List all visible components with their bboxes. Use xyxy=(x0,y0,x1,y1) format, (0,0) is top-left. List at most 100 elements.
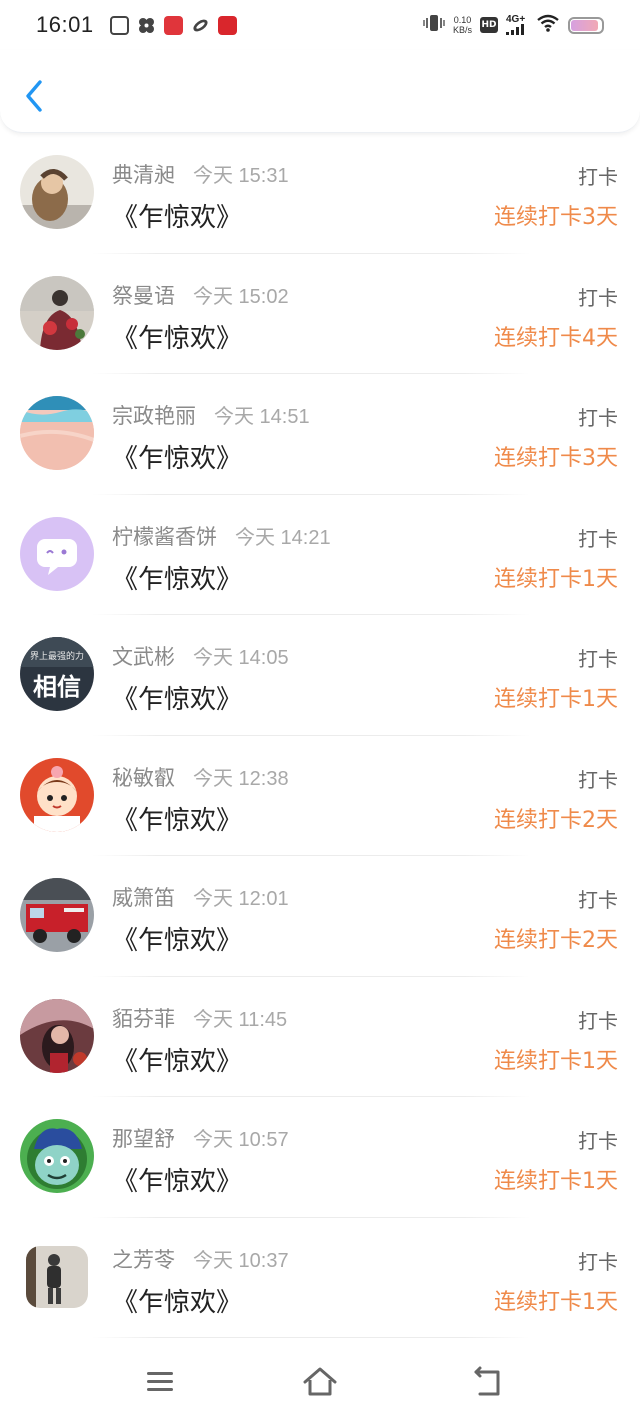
list-item[interactable]: 威箫笛 今天 12:01 《乍惊欢》 打卡 连续打卡2天 xyxy=(0,856,640,977)
action-label: 打卡 xyxy=(578,165,618,189)
name-line: 柠檬酱香饼 今天 14:21 xyxy=(112,521,331,551)
checkin-time: 今天 14:21 xyxy=(235,526,331,549)
checkin-time: 今天 15:31 xyxy=(193,165,289,187)
avatar-image xyxy=(26,1245,88,1308)
action-label: 打卡 xyxy=(578,1129,618,1153)
user-name[interactable]: 宗政艳丽 xyxy=(112,400,196,430)
list-item[interactable]: 秘敏叡 今天 12:38 《乍惊欢》 打卡 连续打卡2天 xyxy=(0,736,640,856)
user-name[interactable]: 威箫笛 xyxy=(112,882,175,912)
status-time: 16:01 xyxy=(36,12,94,37)
hd-icon: HD xyxy=(480,17,498,33)
book-title[interactable]: 《乍惊欢》 xyxy=(112,800,242,837)
list-item[interactable]: 那望舒 今天 10:57 《乍惊欢》 打卡 连续打卡1天 xyxy=(0,1097,640,1218)
book-title[interactable]: 《乍惊欢》 xyxy=(112,920,242,957)
menu-button[interactable] xyxy=(140,1364,180,1400)
streak-label: 连续打卡1天 xyxy=(494,1169,618,1194)
avatar[interactable] xyxy=(20,275,94,350)
book-title[interactable]: 《乍惊欢》 xyxy=(112,1041,242,1078)
net-speed-value: 0.10 xyxy=(453,15,472,25)
notification-icons xyxy=(109,15,237,35)
action-label: 打卡 xyxy=(578,1008,618,1033)
name-line: 威箫笛 今天 12:01 xyxy=(112,882,289,912)
action-label: 打卡 xyxy=(578,1249,618,1274)
avatar[interactable]: 界上最强的力 相信 xyxy=(20,637,94,711)
avatar-image xyxy=(20,275,94,350)
avatar-image: 界上最强的力 相信 xyxy=(20,637,94,711)
back-icon xyxy=(474,1366,500,1396)
user-name[interactable]: 柠檬酱香饼 xyxy=(112,521,217,551)
streak-label: 连续打卡2天 xyxy=(494,807,618,833)
avatar[interactable] xyxy=(20,998,94,1073)
divider xyxy=(92,1337,530,1338)
avatar[interactable] xyxy=(20,878,94,952)
checkin-time: 今天 11:45 xyxy=(193,1008,288,1031)
user-name[interactable]: 秘敏叡 xyxy=(112,762,175,792)
user-name[interactable]: 之芳苓 xyxy=(112,1244,175,1274)
name-line: 文武彬 今天 14:05 xyxy=(112,641,289,671)
list-item[interactable]: 祭曼语 今天 15:02 《乍惊欢》 打卡 连续打卡4天 xyxy=(0,254,640,374)
book-title[interactable]: 《乍惊欢》 xyxy=(112,197,242,234)
home-button[interactable] xyxy=(300,1364,340,1400)
menu-icon xyxy=(147,1372,173,1391)
avatar[interactable] xyxy=(20,396,94,470)
avatar-subtext: 界上最强的力 xyxy=(30,650,84,662)
chevron-left-icon xyxy=(26,80,42,112)
list-item[interactable]: 貊芬菲 今天 11:45 《乍惊欢》 打卡 连续打卡1天 xyxy=(0,977,640,1097)
list-item[interactable]: 宗政艳丽 今天 14:51 《乍惊欢》 打卡 连续打卡3天 xyxy=(0,374,640,495)
avatar[interactable] xyxy=(20,516,94,591)
name-line: 典清昶 今天 15:31 xyxy=(112,159,289,189)
name-line: 祭曼语 今天 15:02 xyxy=(112,280,289,310)
avatar[interactable] xyxy=(26,1245,88,1308)
name-line: 秘敏叡 今天 12:38 xyxy=(112,762,289,792)
streak-label: 连续打卡4天 xyxy=(494,325,618,351)
list-item[interactable]: 典清昶 今天 15:31 《乍惊欢》 打卡 连续打卡3天 xyxy=(0,133,640,254)
back-nav-button[interactable] xyxy=(468,1364,508,1400)
back-button[interactable] xyxy=(20,76,50,116)
leaf-app-icon xyxy=(191,16,210,35)
user-name[interactable]: 那望舒 xyxy=(112,1123,175,1153)
book-title[interactable]: 《乍惊欢》 xyxy=(112,438,242,475)
avatar[interactable] xyxy=(20,1119,94,1193)
battery-fill xyxy=(571,19,598,31)
name-line: 貊芬菲 今天 11:45 xyxy=(112,1003,287,1033)
checkin-time: 今天 15:02 xyxy=(193,285,289,308)
user-name[interactable]: 祭曼语 xyxy=(112,280,175,310)
checkin-list: 典清昶 今天 15:31 《乍惊欢》 打卡 连续打卡3天 祭曼语 今天 15:0… xyxy=(0,133,640,1338)
system-nav-bar xyxy=(0,1340,640,1422)
book-title[interactable]: 《乍惊欢》 xyxy=(112,559,242,596)
red-app-icon xyxy=(163,15,183,35)
avatar[interactable] xyxy=(20,155,94,229)
streak-label: 连续打卡3天 xyxy=(494,446,618,471)
streak-label: 连续打卡1天 xyxy=(494,687,618,712)
avatar-image xyxy=(20,155,94,229)
network-type: 4G+ xyxy=(506,14,526,25)
avatar-text: 相信 xyxy=(33,672,81,701)
name-line: 之芳苓 今天 10:37 xyxy=(112,1244,289,1274)
book-title[interactable]: 《乍惊欢》 xyxy=(112,1282,242,1319)
status-right: 0.10 KB/s HD 4G+ xyxy=(422,0,604,50)
avatar[interactable] xyxy=(20,757,94,832)
wifi-icon xyxy=(536,14,560,36)
checkin-time: 今天 10:57 xyxy=(193,1129,289,1151)
list-item[interactable]: 之芳苓 今天 10:37 《乍惊欢》 打卡 连续打卡1天 xyxy=(0,1218,640,1338)
red-app-icon-2 xyxy=(217,15,237,35)
book-title[interactable]: 《乍惊欢》 xyxy=(112,318,242,355)
status-bar: 16:01 0.10 KB/s HD 4G+ xyxy=(0,0,640,50)
book-title[interactable]: 《乍惊欢》 xyxy=(112,1161,242,1198)
book-title[interactable]: 《乍惊欢》 xyxy=(112,679,242,716)
battery-icon xyxy=(568,16,604,34)
vibrate-icon xyxy=(422,14,445,36)
list-item[interactable]: 柠檬酱香饼 今天 14:21 《乍惊欢》 打卡 连续打卡1天 xyxy=(0,495,640,615)
checkin-time: 今天 10:37 xyxy=(193,1249,289,1272)
header xyxy=(0,50,640,133)
net-speed: 0.10 KB/s xyxy=(453,15,472,35)
user-name[interactable]: 文武彬 xyxy=(112,641,175,671)
user-name[interactable]: 典清昶 xyxy=(112,159,175,189)
name-line: 那望舒 今天 10:57 xyxy=(112,1123,289,1153)
action-label: 打卡 xyxy=(578,888,618,912)
chat-bubble-icon xyxy=(20,516,94,591)
list-item[interactable]: 界上最强的力 相信 文武彬 今天 14:05 《乍惊欢》 打卡 连续打卡1天 xyxy=(0,615,640,736)
user-name[interactable]: 貊芬菲 xyxy=(112,1003,175,1033)
action-label: 打卡 xyxy=(578,406,618,430)
name-line: 宗政艳丽 今天 14:51 xyxy=(112,400,310,430)
